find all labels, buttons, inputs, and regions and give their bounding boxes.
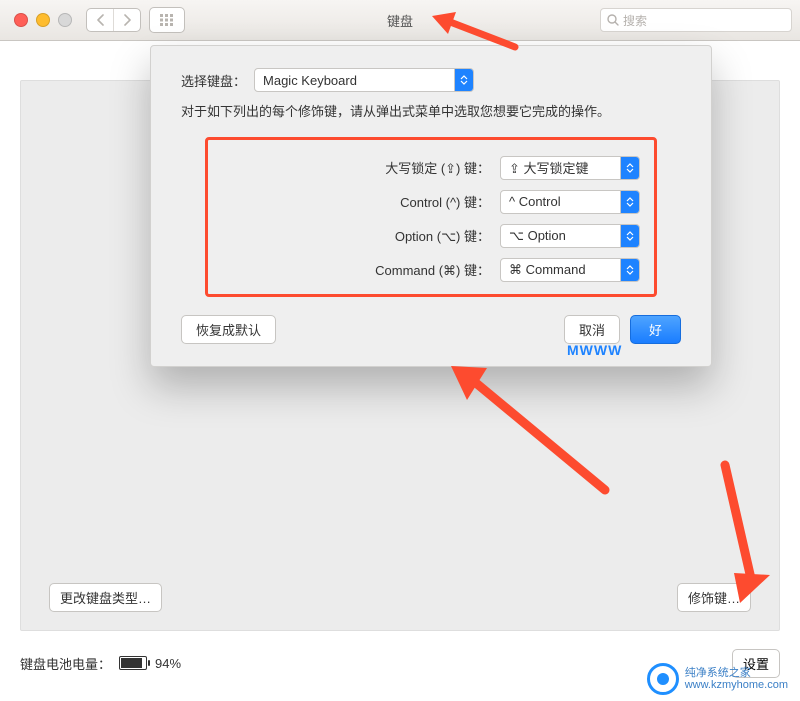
modifier-keys-sheet: 选择键盘： Magic Keyboard 对于如下列出的每个修饰键，请从弹出式菜… [150, 45, 712, 367]
modifier-row-command: Command (⌘) 键： ⌘ Command [222, 258, 640, 282]
watermark-line2: www.kzmyhome.com [685, 679, 788, 691]
window-title: 键盘 [0, 11, 800, 30]
modifier-label: 大写锁定 (⇪) 键： [320, 158, 490, 177]
modifier-label: Command (⌘) 键： [320, 260, 490, 279]
battery-icon [119, 656, 147, 670]
select-keyboard-value: Magic Keyboard [263, 73, 357, 88]
battery-percent: 94% [155, 656, 181, 671]
modifier-mapping-group: 大写锁定 (⇪) 键： ⇪ 大写锁定键 Control (^) 键： ^ Con… [205, 137, 657, 297]
option-dropdown[interactable]: ⌥ Option [500, 224, 640, 248]
watermark: 纯净系统之家 www.kzmyhome.com [647, 663, 788, 695]
dropdown-value: ^ Control [509, 194, 561, 209]
sheet-description: 对于如下列出的每个修饰键，请从弹出式菜单中选取您想要它完成的操作。 [181, 102, 681, 123]
restore-defaults-button[interactable]: 恢复成默认 [181, 315, 276, 344]
select-keyboard-dropdown[interactable]: Magic Keyboard [254, 68, 474, 92]
modifier-label: Option (⌥) 键： [320, 226, 490, 245]
watermark-line1: 纯净系统之家 [685, 667, 788, 679]
change-keyboard-type-button[interactable]: 更改键盘类型… [49, 583, 162, 612]
dropdown-knob-icon [620, 191, 639, 213]
command-dropdown[interactable]: ⌘ Command [500, 258, 640, 282]
modifier-row-capslock: 大写锁定 (⇪) 键： ⇪ 大写锁定键 [222, 156, 640, 180]
modifier-label: Control (^) 键： [320, 192, 490, 211]
dropdown-knob-icon [620, 259, 639, 281]
control-dropdown[interactable]: ^ Control [500, 190, 640, 214]
modifier-row-option: Option (⌥) 键： ⌥ Option [222, 224, 640, 248]
cancel-button[interactable]: 取消 [564, 315, 620, 344]
battery-label: 键盘电池电量： [20, 654, 111, 673]
keyboard-battery-status: 键盘电池电量： 94% [20, 654, 181, 673]
dropdown-value: ⌘ Command [509, 262, 586, 278]
toolbar: 键盘 搜索 [0, 0, 800, 41]
watermark-logo-icon [647, 663, 679, 695]
dropdown-knob-icon [620, 157, 639, 179]
ok-button[interactable]: 好 [630, 315, 681, 344]
sheet-button-row: 恢复成默认 取消 好 [181, 315, 681, 344]
modifier-row-control: Control (^) 键： ^ Control [222, 190, 640, 214]
dropdown-value: ⇪ 大写锁定键 [509, 158, 589, 177]
dropdown-knob-icon [620, 225, 639, 247]
dropdown-knob-icon [454, 69, 473, 91]
select-keyboard-label: 选择键盘： [181, 71, 246, 90]
dropdown-value: ⌥ Option [509, 228, 566, 244]
capslock-dropdown[interactable]: ⇪ 大写锁定键 [500, 156, 640, 180]
modifier-keys-button[interactable]: 修饰键… [677, 583, 751, 612]
